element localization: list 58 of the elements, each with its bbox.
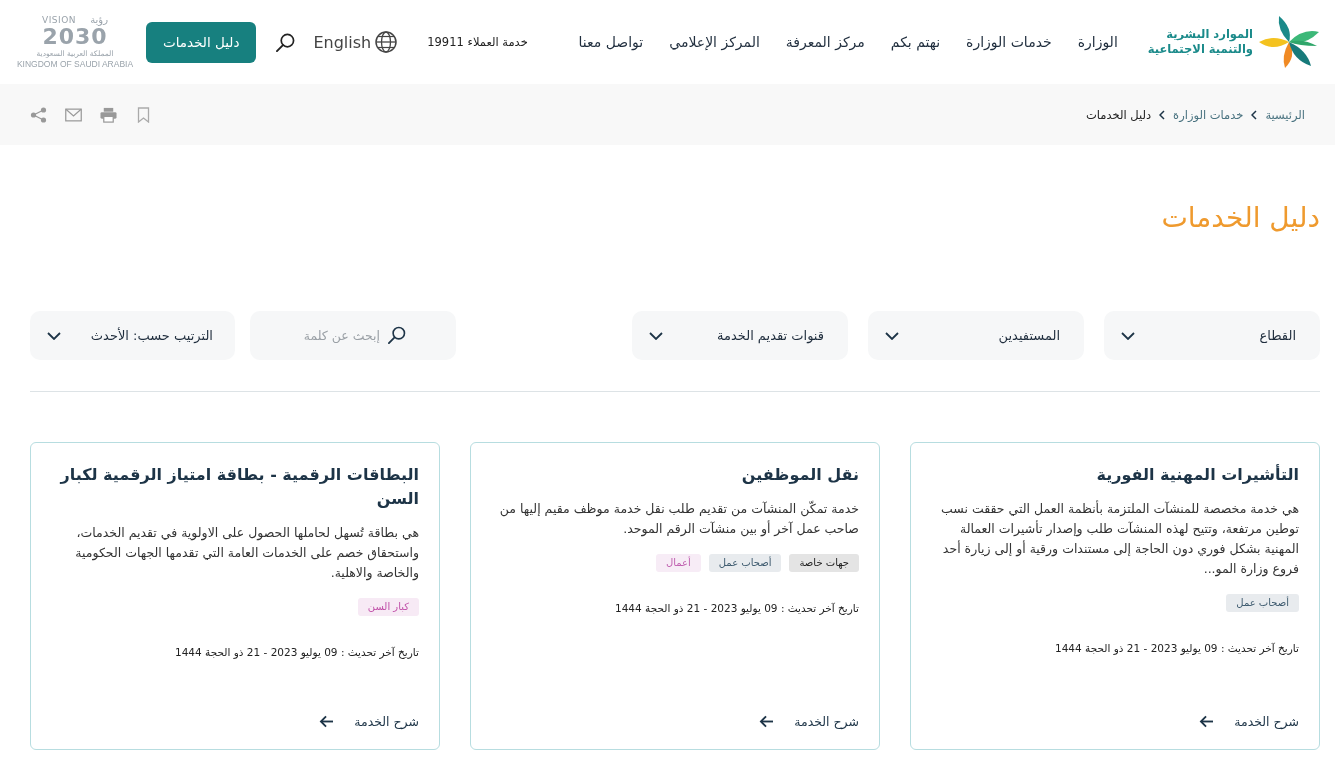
tag: كبار السن — [357, 598, 419, 616]
card-title: البطاقات الرقمية - بطاقة امتياز الرقمية لكبار السن — [58, 464, 419, 510]
breadcrumb-link[interactable]: الرئيسية — [1265, 107, 1305, 122]
customer-service-text: خدمة العملاء 19911 — [427, 35, 528, 49]
nav-link[interactable]: الوزارة — [1077, 34, 1118, 50]
chevron-down-icon — [47, 331, 61, 340]
page-title: دليل الخدمات — [1160, 200, 1321, 235]
share-icon[interactable] — [30, 106, 47, 123]
filter-dropdown[interactable]: قنوات تقديم الخدمة — [632, 311, 848, 360]
nav-link[interactable]: مركز المعرفة — [785, 34, 865, 50]
star-logo-icon — [1258, 16, 1320, 68]
card-description: هي بطاقة تُسهل لحاملها الحصول على الاولوية في تقديم الخدمات، واستحقاق خصم على الخدمات العامة التي تقدمها الجهات الحكومية والخاصة والاهلية. — [74, 524, 419, 583]
filter-dropdown[interactable]: القطاع — [1104, 311, 1320, 360]
globe-icon — [375, 31, 398, 53]
language-link[interactable]: English — [313, 31, 398, 53]
search-icon — [388, 326, 406, 344]
logo-word: VISION — [42, 16, 76, 26]
card-title: التأشيرات المهنية الفورية — [1096, 463, 1299, 486]
chevron-down-icon — [649, 331, 663, 340]
nav-link[interactable]: المركز الإعلامي — [669, 34, 760, 50]
service-details-link[interactable]: شرح الخدمة — [1199, 714, 1299, 729]
bookmark-icon[interactable] — [135, 106, 152, 123]
tag: جهات خاصة — [789, 554, 859, 572]
tag: أصحاب عمل — [1226, 594, 1299, 612]
service-details-link[interactable]: شرح الخدمة — [319, 714, 419, 729]
logo-year: 2030 — [42, 26, 108, 49]
breadcrumb-link[interactable]: خدمات الوزارة — [1173, 107, 1244, 122]
logo-text: الموارد البشرية والتنمية الاجتماعية — [1147, 27, 1253, 57]
search-icon — [276, 32, 296, 52]
nav-link[interactable]: نهتم بكم — [890, 34, 941, 50]
sort-dropdown[interactable]: الترتيب حسب: الأحدث — [30, 311, 235, 360]
card-description: هي خدمة مخصصة للمنشآت الملتزمة بأنظمة العمل التي حققت نسب توطين مرتفعة، وتتيح لهذه المنشآت طلب وإصدار تأشيرات العمالة المهنية بشكل فوري دون الحاجة إلى مستندات ورقية أو إلى زيارة أحد فروع وزارة المو... — [940, 499, 1299, 579]
arrow-left-icon — [319, 715, 335, 728]
chevron-down-icon — [1121, 331, 1135, 340]
nav-link[interactable]: تواصل معنا — [578, 34, 644, 50]
service-details-link[interactable]: شرح الخدمة — [759, 714, 859, 729]
services-guide-button[interactable]: دليل الخدمات — [146, 21, 257, 63]
search-field[interactable]: إبحث عن كلمة — [250, 311, 456, 360]
chevron-left-icon — [1251, 109, 1258, 120]
arrow-left-icon — [1199, 715, 1215, 728]
last-updated-text: تاريخ آخر تحديث : 09 يوليو 2023 - 21 ذو الحجة 1444 — [175, 646, 419, 658]
logo-word: رؤية — [90, 15, 108, 26]
nav-link[interactable]: خدمات الوزارة — [966, 34, 1052, 50]
filter-dropdown[interactable]: المستفيدين — [868, 311, 1084, 360]
arrow-left-icon — [759, 715, 775, 728]
last-updated-text: تاريخ آخر تحديث : 09 يوليو 2023 - 21 ذو الحجة 1444 — [1055, 642, 1299, 654]
card-title: نقل الموظفين — [741, 464, 859, 486]
chevron-left-icon — [1159, 109, 1166, 120]
chevron-down-icon — [885, 331, 899, 340]
print-icon[interactable] — [100, 106, 117, 123]
mail-icon[interactable] — [65, 106, 82, 123]
tag: أعمال — [655, 554, 701, 572]
search-button[interactable] — [276, 32, 296, 52]
tag: أصحاب عمل — [708, 554, 782, 572]
logo-caption: KINGDOM OF SAUDI ARABIA — [16, 58, 134, 69]
last-updated-text: تاريخ آخر تحديث : 09 يوليو 2023 - 21 ذو الحجة 1444 — [615, 602, 859, 614]
card-description: خدمة تمكّن المنشآت من تقديم طلب نقل خدمة موظف مقيم إليها من صاحب عمل آخر أو بين منشآت الرقم الموحد. — [498, 499, 859, 539]
breadcrumb-link[interactable]: دليل الخدمات — [1086, 107, 1152, 122]
